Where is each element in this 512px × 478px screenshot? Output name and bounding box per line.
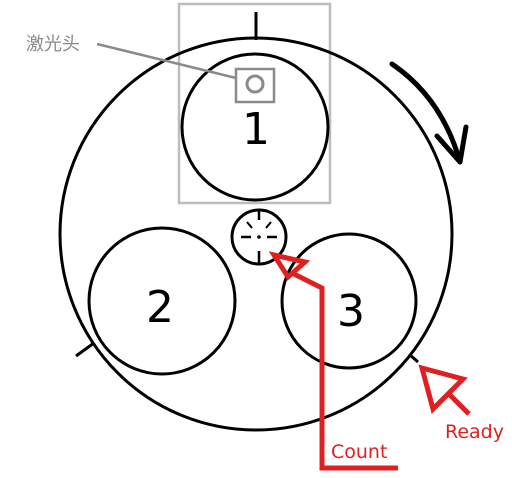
ready-tick-mark (409, 353, 419, 364)
count-label: Count (331, 441, 387, 463)
laser-head-label: 激光头 (26, 34, 80, 55)
laser-pointer-line (96, 42, 237, 80)
ready-pointer (418, 364, 471, 416)
turntable-diagram: 1 2 3 激光头 Count Ready (26, 2, 504, 471)
rotation-arrow-icon (389, 61, 469, 165)
slot-1-label: 1 (242, 104, 270, 155)
slot-3-label: 3 (337, 286, 365, 337)
ready-label: Ready (445, 421, 504, 443)
turntable-outer-circle (58, 36, 454, 432)
laser-head-marker (234, 67, 276, 104)
left-tick-mark (75, 341, 95, 358)
slot-2-label: 2 (146, 282, 174, 333)
